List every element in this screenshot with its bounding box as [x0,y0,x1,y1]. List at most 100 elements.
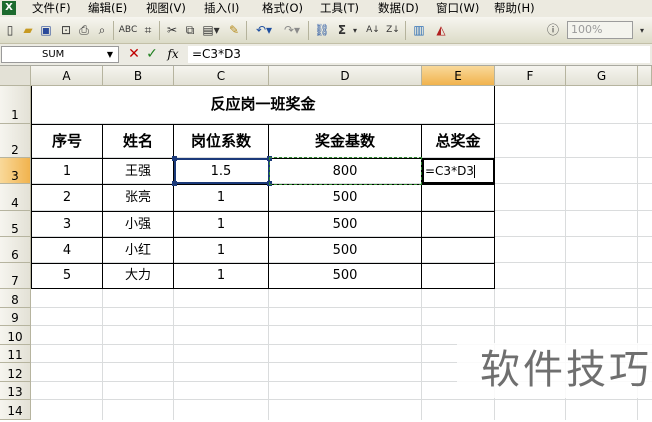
standard-toolbar: ▯ ▰ ▣ ⊡ ⎙ ⌕ ABC ⌗ ✂ ⧉ ▤▾ ✎ ↶▾ ↷▾ ⛓ Σ ▾ A… [0,17,652,44]
cell-d4[interactable]: 500 [269,185,421,211]
watermark-text: 软件技巧 [457,343,652,398]
menu-file[interactable]: 文件(F) [32,0,71,17]
row-header-12[interactable]: 12 [0,363,31,382]
row-header-1[interactable]: 1 [0,86,31,124]
column-header-e[interactable]: E [422,66,495,86]
hyperlink-icon[interactable]: ⛓ [314,22,330,39]
column-header-g[interactable]: G [566,66,638,86]
menu-format[interactable]: 格式(O) [262,0,303,17]
header-base-bonus[interactable]: 奖金基数 [269,125,421,158]
row-header-11[interactable]: 11 [0,345,31,363]
row-header-6[interactable]: 6 [0,237,31,263]
cell-b6[interactable]: 小红 [103,238,173,263]
paste-icon[interactable]: ▤▾ [200,22,222,39]
permission-icon[interactable]: ⊡ [58,22,74,39]
header-name[interactable]: 姓名 [103,125,173,158]
name-box[interactable]: SUM [1,46,119,63]
redo-icon[interactable]: ↷▾ [280,22,304,39]
open-folder-icon[interactable]: ▰ [20,22,36,39]
row-header-8[interactable]: 8 [0,289,31,308]
range-handle[interactable] [172,181,177,186]
cell-d7[interactable]: 500 [269,264,421,288]
cancel-button[interactable]: ✕ [127,46,141,63]
menu-tools[interactable]: 工具(T) [320,0,359,17]
c3-reference-border [174,158,270,184]
cell-c4[interactable]: 1 [174,185,268,211]
enter-button[interactable]: ✓ [145,46,159,63]
active-cell-e3[interactable]: =C3*D3 [422,158,495,184]
row-header-4[interactable]: 4 [0,184,31,211]
row-header-5[interactable]: 5 [0,211,31,237]
column-header-d[interactable]: D [269,66,422,86]
row-header-13[interactable]: 13 [0,382,31,400]
sheet-title[interactable]: 反应岗一班奖金 [32,90,494,118]
drawing-icon[interactable]: ◭ [432,22,450,39]
excel-app-icon[interactable]: X [2,1,16,15]
column-header-a[interactable]: A [31,66,103,86]
formula-input[interactable]: =C3*D3 [188,46,650,63]
cell-a5[interactable]: 3 [32,212,102,237]
format-painter-icon[interactable]: ✎ [226,22,242,39]
row-header-10[interactable]: 10 [0,326,31,345]
menu-edit[interactable]: 编辑(E) [88,0,127,17]
new-file-icon[interactable]: ▯ [2,22,18,39]
cell-a6[interactable]: 4 [32,238,102,263]
cell-a3[interactable]: 1 [32,159,102,184]
menu-insert[interactable]: 插入(I) [204,0,239,17]
row-header-9[interactable]: 9 [0,308,31,326]
cell-d5[interactable]: 500 [269,212,421,237]
column-header-h[interactable] [638,66,652,86]
cell-b5[interactable]: 小强 [103,212,173,237]
toolbar-separator [405,21,406,40]
gridline [31,399,652,400]
menu-help[interactable]: 帮助(H) [494,0,535,17]
cell-c7[interactable]: 1 [174,264,268,288]
undo-icon[interactable]: ↶▾ [252,22,276,39]
menu-bar: X 文件(F) 编辑(E) 视图(V) 插入(I) 格式(O) 工具(T) 数据… [0,0,652,17]
spelling-icon[interactable]: ABC [118,22,138,39]
row-header-14[interactable]: 14 [0,400,31,420]
cell-b4[interactable]: 张亮 [103,185,173,211]
insert-function-button[interactable]: fx [164,46,182,63]
menu-view[interactable]: 视图(V) [146,0,186,17]
cell-a4[interactable]: 2 [32,185,102,211]
chart-wizard-icon[interactable]: ▥ [410,22,428,39]
autosum-dropdown-icon[interactable]: ▾ [350,22,360,39]
menu-window[interactable]: 窗口(W) [436,0,479,17]
column-header-b[interactable]: B [103,66,174,86]
save-icon[interactable]: ▣ [38,22,54,39]
help-icon[interactable]: ⓘ [545,22,561,39]
sort-descending-icon[interactable]: Z↓ [384,22,402,39]
sort-ascending-icon[interactable]: A↓ [364,22,382,39]
row-header-3[interactable]: 3 [0,158,31,184]
cell-c5[interactable]: 1 [174,212,268,237]
menu-data[interactable]: 数据(D) [378,0,419,17]
header-coefficient[interactable]: 岗位系数 [174,125,268,158]
research-icon[interactable]: ⌗ [140,22,156,39]
d3-reference-border [269,157,422,185]
name-box-dropdown-icon[interactable]: ▼ [104,47,116,62]
row-header-2[interactable]: 2 [0,124,31,158]
header-total-bonus[interactable]: 总奖金 [422,125,494,158]
row-header-7[interactable]: 7 [0,263,31,289]
column-header-f[interactable]: F [495,66,566,86]
print-icon[interactable]: ⎙ [76,22,92,39]
column-header-c[interactable]: C [174,66,269,86]
table-border [494,86,495,289]
zoom-select[interactable]: 100% [567,21,633,39]
cell-e3-editing-text: =C3*D3 [425,164,474,178]
cell-b3[interactable]: 王强 [103,159,173,184]
text-caret [473,165,475,178]
autosum-icon[interactable]: Σ [334,22,350,39]
cell-a7[interactable]: 5 [32,264,102,288]
copy-icon[interactable]: ⧉ [182,22,198,39]
toolbar-options-icon[interactable]: ▾ [636,22,648,39]
cell-c6[interactable]: 1 [174,238,268,263]
cell-d6[interactable]: 500 [269,238,421,263]
cell-b7[interactable]: 大力 [103,264,173,288]
range-handle[interactable] [172,156,177,161]
select-all-corner[interactable] [0,66,31,86]
header-index[interactable]: 序号 [32,125,102,158]
cut-icon[interactable]: ✂ [164,22,180,39]
print-preview-icon[interactable]: ⌕ [94,22,110,39]
